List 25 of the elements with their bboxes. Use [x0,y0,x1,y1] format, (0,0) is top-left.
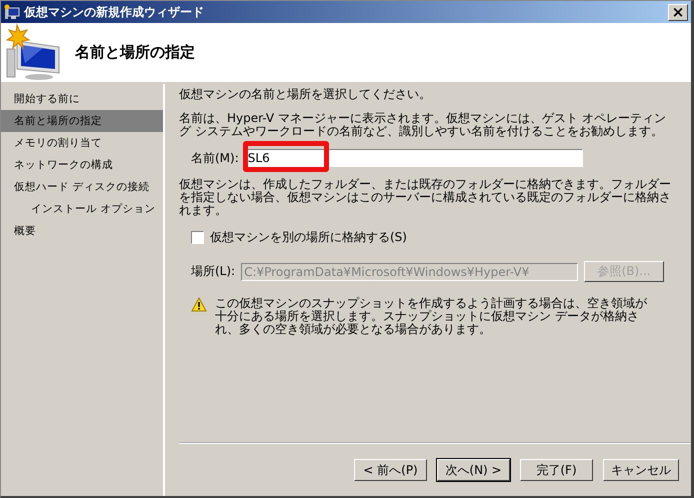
description-text: 名前は、Hyper-V マネージャーに表示されます。仮想マシンには、ゲスト オペレーティング システムやワークロードの名前など、識別しやすい名前を付けることをお勧めします。 [179,112,667,138]
window-title: 仮想マシンの新規作成ウィザード [24,4,205,20]
sidebar-item[interactable]: 開始する前に [1,88,163,110]
field-label: 場所(L): [191,263,236,280]
warning-icon [191,297,207,312]
computer-icon [3,23,61,81]
sidebar-item[interactable]: 名前と場所の指定 [1,110,163,132]
wizard-button[interactable]: 次へ(N) > [437,459,510,481]
sidebar-item[interactable]: 仮想ハード ディスクの接続 [1,176,163,198]
warning-text: この仮想マシンのスナップショットを作成するよう計画する場合は、空き領域が十分にある場所を選択します。スナップショットに仮想マシン データが格納され、多くの空き領域が必要となる場合があります。 [215,297,648,336]
wizard-button[interactable]: キャンセル [603,459,679,481]
checkbox[interactable] [191,231,204,244]
sidebar-item[interactable]: 概要 [1,220,163,242]
close-button[interactable]: × [668,4,688,20]
sidebar-item[interactable]: メモリの割り当て [1,132,163,154]
folder-info-text: 仮想マシンは、作成したフォルダー、または既存のフォルダーに格納できます。フォルダーを指定しない場合、仮想マシンはこのサーバーに構成されている既定のフォルダーに格納されます。 [179,178,672,217]
wizard-button[interactable]: < 前へ(P) [354,459,427,481]
field-label: 名前(M): [191,150,239,166]
sidebar-item[interactable]: ネットワークの構成 [1,154,163,176]
wizard-button[interactable]: 完了(F) [520,459,593,481]
page-heading: 名前と場所の指定 [75,42,195,62]
computer-icon [4,4,20,20]
instruction-text: 仮想マシンの名前と場所を選択してください。 [179,88,432,101]
sidebar-item[interactable]: インストール オプション [1,198,163,220]
checkbox-label: 仮想マシンを別の場所に格納する(S) [210,229,407,246]
